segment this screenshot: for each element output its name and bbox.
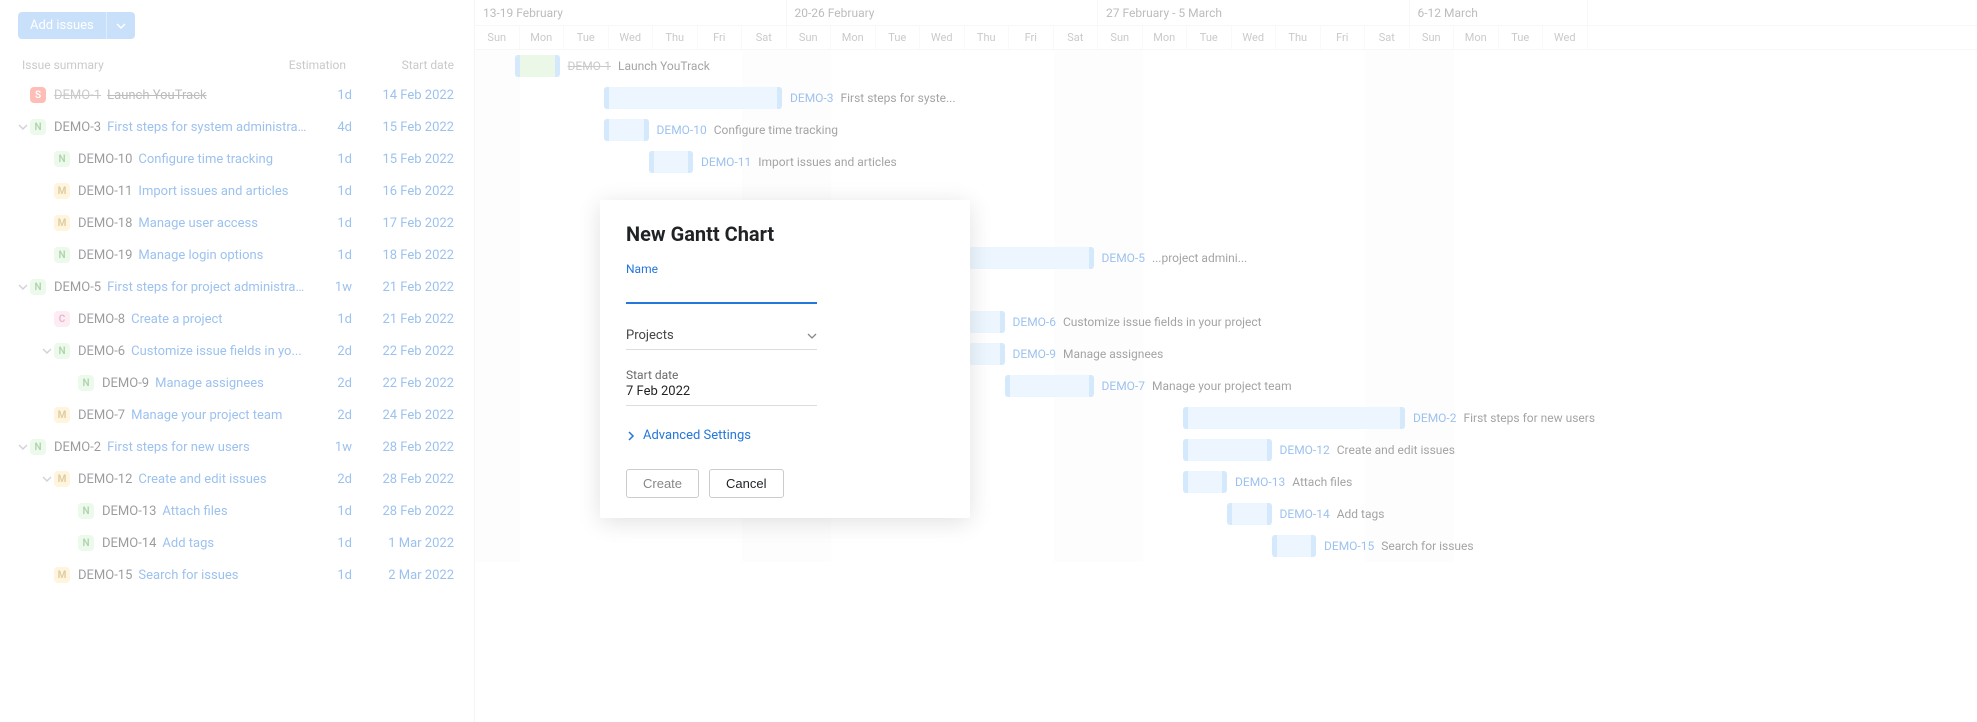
new-gantt-chart-dialog: New Gantt Chart Name Projects Start date… bbox=[600, 200, 970, 518]
name-field-label: Name bbox=[626, 262, 944, 276]
advanced-settings-toggle[interactable]: Advanced Settings bbox=[626, 428, 944, 443]
start-date-label: Start date bbox=[626, 368, 817, 382]
start-date-field[interactable]: Start date 7 Feb 2022 bbox=[626, 368, 817, 406]
start-date-value: 7 Feb 2022 bbox=[626, 384, 817, 399]
dialog-title: New Gantt Chart bbox=[626, 222, 944, 246]
create-button[interactable]: Create bbox=[626, 469, 699, 498]
name-input[interactable] bbox=[626, 278, 817, 304]
projects-select-label: Projects bbox=[626, 328, 674, 343]
cancel-button[interactable]: Cancel bbox=[709, 469, 783, 498]
modal-overlay[interactable] bbox=[0, 0, 1977, 722]
projects-select[interactable]: Projects bbox=[626, 322, 817, 350]
chevron-down-icon bbox=[807, 328, 817, 343]
